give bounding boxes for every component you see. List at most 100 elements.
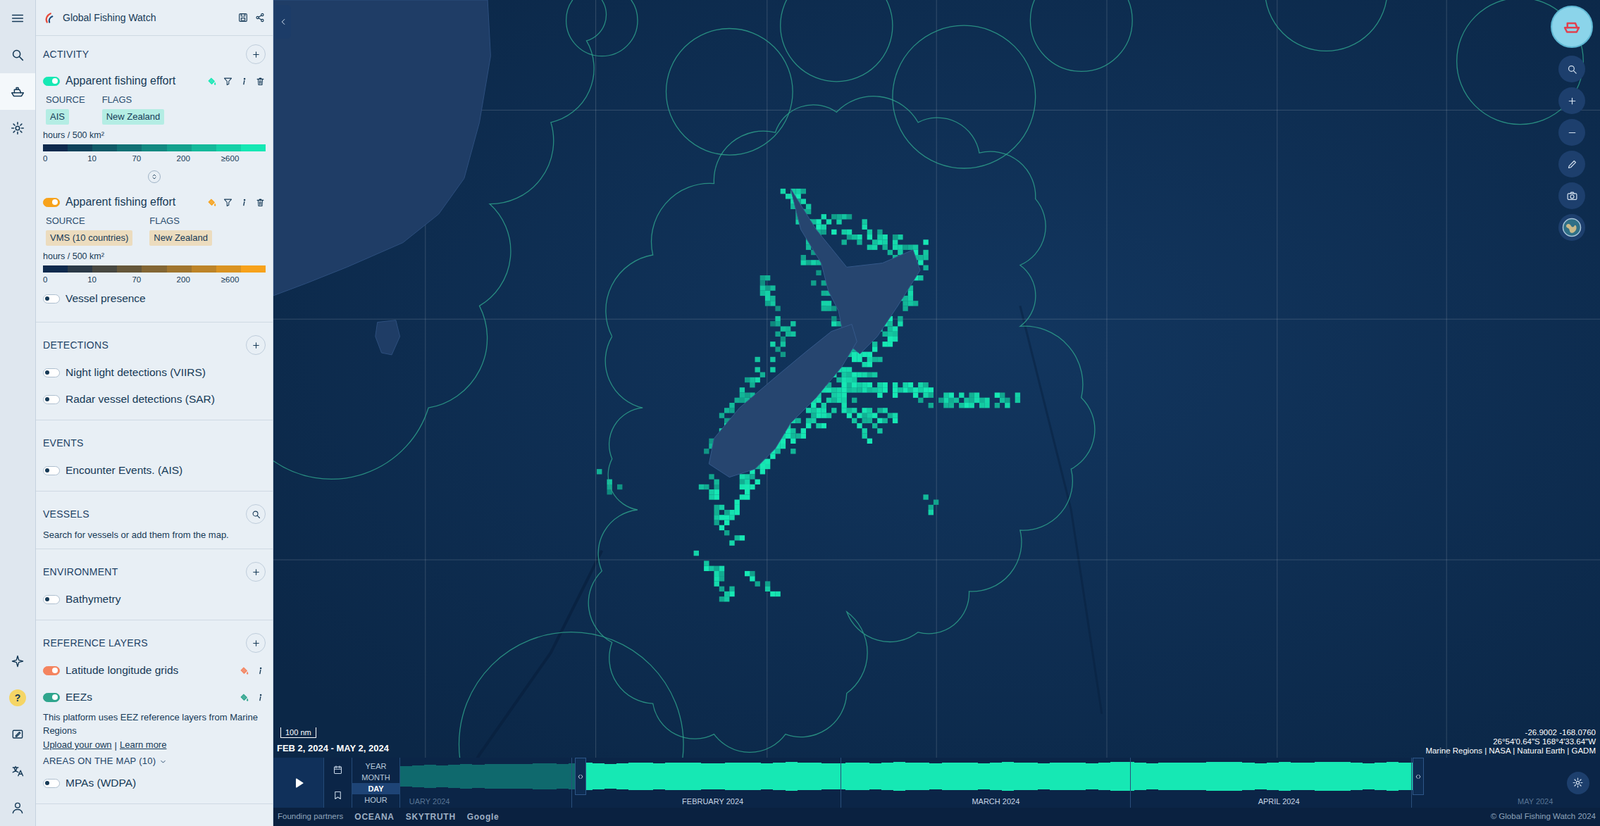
layer-toggle[interactable] (42, 368, 60, 378)
effort-cell (708, 474, 714, 480)
info-icon[interactable] (238, 76, 250, 87)
paint-bucket-icon[interactable] (238, 692, 250, 704)
bookmark-icon[interactable] (332, 790, 344, 802)
partner-logo[interactable]: Google (467, 810, 500, 824)
interval-option[interactable]: HOUR (352, 794, 400, 806)
search-vessels-button[interactable] (245, 504, 266, 525)
rail-button[interactable] (0, 789, 36, 826)
layer-toggle[interactable] (42, 395, 60, 405)
sidebar-section: EVENTSEncounter Events. (AIS) (35, 420, 273, 492)
interval-option[interactable]: MONTH (352, 772, 400, 784)
eez-line (892, 25, 1036, 169)
rail-button[interactable]: ? (0, 679, 36, 717)
legend-step (216, 265, 241, 273)
range-handle[interactable] (574, 758, 587, 796)
effort-cell (846, 234, 852, 240)
settings-button[interactable] (1566, 772, 1590, 795)
screenshot-button[interactable] (1558, 182, 1586, 210)
ruler-button[interactable] (1558, 150, 1586, 178)
play-button[interactable] (273, 758, 325, 809)
vessel-tracker-button[interactable] (1550, 5, 1593, 48)
layer-toggle[interactable] (42, 595, 60, 605)
upload-link[interactable]: Upload your own (42, 737, 113, 754)
toggle-knob (52, 78, 58, 84)
search-button[interactable] (1558, 55, 1586, 83)
effort-cell (785, 326, 791, 332)
map[interactable]: 100 nmFEB 2, 2024 - MAY 2, 2024-26.9002 … (273, 0, 1600, 759)
search-icon (9, 47, 26, 63)
filter-icon[interactable] (222, 197, 234, 208)
add-layer-button[interactable] (245, 44, 266, 65)
layer-toggle[interactable] (42, 693, 60, 703)
effort-cell (714, 576, 720, 582)
effort-cell (979, 398, 985, 403)
interval-option[interactable]: DAY (352, 783, 400, 795)
source-chip[interactable]: AIS (45, 109, 70, 125)
toggle-knob (45, 597, 50, 602)
gfw-logo-icon[interactable] (42, 10, 58, 25)
interval-option[interactable]: YEAR (352, 760, 400, 773)
activity-chart[interactable]: UARY 2024FEBRUARY 2024MARCH 2024APRIL 20… (400, 758, 1556, 809)
help-button[interactable]: ? (9, 689, 27, 707)
chart-bar (689, 763, 702, 791)
rail-button[interactable] (0, 0, 36, 37)
source-chip[interactable]: VMS (10 countries) (45, 230, 133, 246)
layer-toggle[interactable] (42, 76, 60, 86)
sidebar-section: DETECTIONSNight light detections (VIIRS)… (35, 322, 273, 421)
fishing-effort-heatmap[interactable] (596, 188, 1021, 603)
partner-logo[interactable]: OCEANA (354, 810, 394, 824)
rail-button[interactable] (0, 643, 36, 680)
effort-cell (760, 290, 766, 296)
filter-icon[interactable] (222, 76, 234, 87)
learn-more-link[interactable]: Learn more (119, 737, 167, 754)
eez-boundaries[interactable] (273, 0, 1584, 759)
paint-bucket-icon[interactable] (238, 665, 250, 677)
chart-bar (472, 765, 485, 790)
partner-logo[interactable]: SKYTRUTH (405, 810, 456, 824)
chart-slot (1025, 760, 1038, 794)
sparkle-icon (10, 654, 25, 669)
rail-button[interactable] (0, 73, 36, 110)
flag-chip[interactable]: New Zealand (102, 109, 165, 125)
flag-chip[interactable]: New Zealand (149, 230, 213, 246)
collapse-button[interactable] (147, 170, 161, 184)
calendar-icon[interactable] (332, 765, 344, 776)
chart-slot (965, 760, 978, 794)
layer-toggle[interactable] (42, 666, 60, 676)
trash-icon[interactable] (255, 76, 266, 87)
range-handle[interactable] (1412, 758, 1424, 796)
layer-toggle[interactable] (42, 779, 60, 789)
areas-toggle[interactable]: AREAS ON THE MAP (10) (42, 753, 266, 771)
basemap-button[interactable] (1558, 214, 1586, 241)
effort-cell (744, 489, 750, 495)
trash-icon[interactable] (255, 197, 266, 208)
paint-bucket-icon[interactable] (206, 197, 217, 208)
layer-toggle[interactable] (42, 197, 60, 208)
rail-button[interactable] (0, 753, 36, 790)
share-icon[interactable] (254, 11, 266, 24)
info-icon[interactable] (255, 665, 266, 677)
layer-toggle[interactable] (42, 466, 60, 476)
rail-button[interactable] (0, 716, 36, 754)
paint-bucket-icon[interactable] (206, 76, 217, 87)
layer-toggle[interactable] (42, 294, 60, 304)
zoom-in-button[interactable] (1558, 87, 1586, 115)
collapse-sidebar-tab[interactable] (275, 4, 291, 39)
section-title: EVENTS (42, 436, 84, 451)
rail-button[interactable] (0, 36, 36, 74)
add-layer-button[interactable] (245, 633, 266, 654)
info-icon[interactable] (255, 692, 266, 704)
drag-handle-icon (1414, 772, 1423, 782)
add-layer-button[interactable] (245, 335, 266, 356)
screenshot-icon (1566, 190, 1579, 203)
add-layer-button[interactable] (245, 562, 266, 582)
legend-bar (42, 144, 266, 152)
rail-button[interactable] (0, 109, 36, 147)
info-icon[interactable] (238, 197, 250, 208)
effort-cell (867, 357, 873, 363)
layer-name: Night light detections (VIIRS) (65, 366, 266, 380)
areas-label[interactable]: AREAS ON THE MAP (10) (42, 754, 156, 769)
save-icon[interactable] (237, 11, 249, 24)
map-canvas[interactable] (273, 0, 1600, 759)
zoom-out-button[interactable] (1558, 119, 1586, 146)
